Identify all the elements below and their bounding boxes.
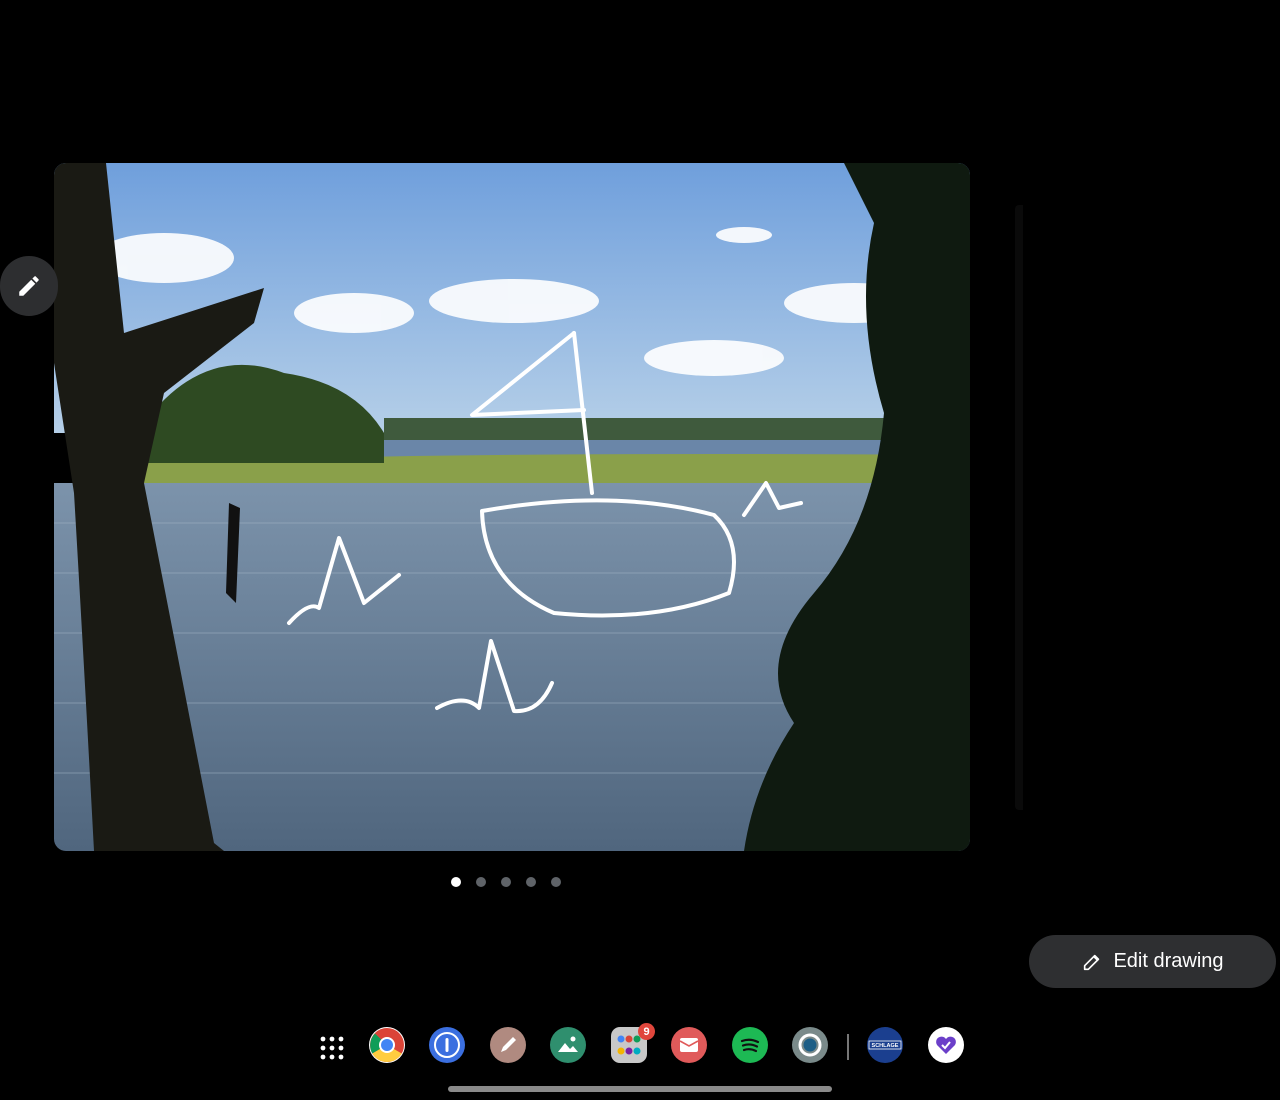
next-page-preview[interactable] [1015,205,1023,810]
svg-text:SCHLAGE: SCHLAGE [872,1043,899,1049]
page-dot-3[interactable] [501,877,511,887]
page-dot-4[interactable] [526,877,536,887]
spotify-icon[interactable] [732,1027,768,1063]
alexa-icon[interactable] [792,1027,828,1063]
photo-viewer[interactable] [54,163,970,851]
app-launcher-icon[interactable] [319,1035,345,1061]
mail-icon[interactable] [671,1027,707,1063]
shelf: 9 SCHLAGE [0,1023,1280,1070]
pencil-icon [19,276,39,296]
chrome-icon[interactable] [369,1027,405,1063]
page-indicator [451,877,561,887]
1password-icon[interactable] [429,1027,465,1063]
schlage-icon[interactable]: SCHLAGE [867,1027,903,1063]
edit-drawing-label: Edit drawing [1113,950,1224,972]
edit-drawing-button[interactable]: Edit drawing [1029,935,1276,988]
pencil-icon [1084,954,1100,970]
page-dot-5[interactable] [551,877,561,887]
notification-badge: 9 [638,1023,655,1040]
photo-canvas[interactable] [54,163,970,851]
floating-pen-button[interactable] [0,256,58,316]
page-dot-1[interactable] [451,877,461,887]
page-dot-2[interactable] [476,877,486,887]
draw-pencil-icon[interactable] [490,1027,526,1063]
gallery-icon[interactable] [550,1027,586,1063]
heart-check-icon[interactable] [928,1027,964,1063]
shelf-divider [847,1034,849,1060]
home-indicator-bar[interactable] [448,1086,832,1092]
app-folder-icon[interactable]: 9 [611,1023,655,1063]
